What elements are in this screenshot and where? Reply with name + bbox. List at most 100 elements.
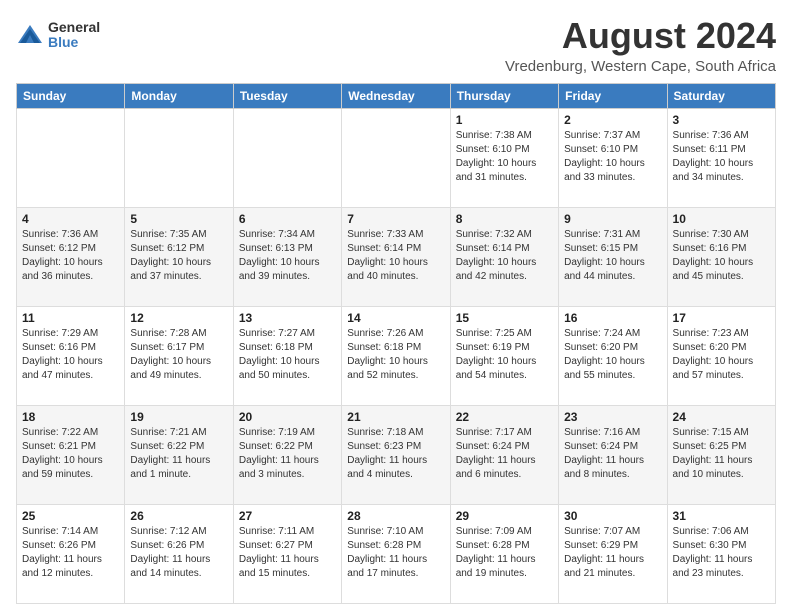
- calendar-cell: 2 Sunrise: 7:37 AM Sunset: 6:10 PM Daylig…: [559, 108, 667, 207]
- day-number: 28: [347, 509, 444, 523]
- day-number: 21: [347, 410, 444, 424]
- calendar-cell: 17 Sunrise: 7:23 AM Sunset: 6:20 PM Dayli…: [667, 306, 775, 405]
- day-info: Sunrise: 7:36 AM Sunset: 6:11 PM Dayligh…: [673, 129, 770, 185]
- col-wednesday: Wednesday: [342, 83, 450, 108]
- day-info: Sunrise: 7:07 AM Sunset: 6:29 PM Dayligh…: [564, 525, 661, 581]
- calendar-cell: 10 Sunrise: 7:30 AM Sunset: 6:16 PM Dayli…: [667, 207, 775, 306]
- calendar-cell: [342, 108, 450, 207]
- header-row: Sunday Monday Tuesday Wednesday Thursday…: [17, 83, 776, 108]
- day-number: 5: [130, 212, 227, 226]
- calendar-cell: 6 Sunrise: 7:34 AM Sunset: 6:13 PM Daylig…: [233, 207, 341, 306]
- col-friday: Friday: [559, 83, 667, 108]
- day-number: 11: [22, 311, 119, 325]
- day-info: Sunrise: 7:28 AM Sunset: 6:17 PM Dayligh…: [130, 327, 227, 383]
- calendar-cell: 24 Sunrise: 7:15 AM Sunset: 6:25 PM Dayli…: [667, 405, 775, 504]
- day-info: Sunrise: 7:27 AM Sunset: 6:18 PM Dayligh…: [239, 327, 336, 383]
- calendar-cell: 23 Sunrise: 7:16 AM Sunset: 6:24 PM Dayli…: [559, 405, 667, 504]
- day-number: 23: [564, 410, 661, 424]
- day-number: 14: [347, 311, 444, 325]
- day-info: Sunrise: 7:10 AM Sunset: 6:28 PM Dayligh…: [347, 525, 444, 581]
- day-info: Sunrise: 7:30 AM Sunset: 6:16 PM Dayligh…: [673, 228, 770, 284]
- day-number: 1: [456, 113, 553, 127]
- calendar-cell: 28 Sunrise: 7:10 AM Sunset: 6:28 PM Dayli…: [342, 504, 450, 603]
- day-number: 4: [22, 212, 119, 226]
- day-number: 9: [564, 212, 661, 226]
- logo-text: General Blue: [48, 20, 100, 51]
- day-info: Sunrise: 7:16 AM Sunset: 6:24 PM Dayligh…: [564, 426, 661, 482]
- calendar-cell: 4 Sunrise: 7:36 AM Sunset: 6:12 PM Daylig…: [17, 207, 125, 306]
- day-number: 17: [673, 311, 770, 325]
- day-number: 19: [130, 410, 227, 424]
- day-info: Sunrise: 7:17 AM Sunset: 6:24 PM Dayligh…: [456, 426, 553, 482]
- col-monday: Monday: [125, 83, 233, 108]
- calendar-cell: 30 Sunrise: 7:07 AM Sunset: 6:29 PM Dayli…: [559, 504, 667, 603]
- day-number: 31: [673, 509, 770, 523]
- day-number: 6: [239, 212, 336, 226]
- day-number: 25: [22, 509, 119, 523]
- day-info: Sunrise: 7:38 AM Sunset: 6:10 PM Dayligh…: [456, 129, 553, 185]
- day-number: 22: [456, 410, 553, 424]
- day-info: Sunrise: 7:22 AM Sunset: 6:21 PM Dayligh…: [22, 426, 119, 482]
- calendar-table: Sunday Monday Tuesday Wednesday Thursday…: [16, 83, 776, 604]
- day-info: Sunrise: 7:18 AM Sunset: 6:23 PM Dayligh…: [347, 426, 444, 482]
- day-number: 7: [347, 212, 444, 226]
- day-info: Sunrise: 7:36 AM Sunset: 6:12 PM Dayligh…: [22, 228, 119, 284]
- day-number: 18: [22, 410, 119, 424]
- calendar-cell: 15 Sunrise: 7:25 AM Sunset: 6:19 PM Dayli…: [450, 306, 558, 405]
- day-number: 15: [456, 311, 553, 325]
- day-number: 30: [564, 509, 661, 523]
- day-info: Sunrise: 7:32 AM Sunset: 6:14 PM Dayligh…: [456, 228, 553, 284]
- day-info: Sunrise: 7:15 AM Sunset: 6:25 PM Dayligh…: [673, 426, 770, 482]
- calendar-cell: 31 Sunrise: 7:06 AM Sunset: 6:30 PM Dayli…: [667, 504, 775, 603]
- calendar-cell: 27 Sunrise: 7:11 AM Sunset: 6:27 PM Dayli…: [233, 504, 341, 603]
- calendar-cell: 25 Sunrise: 7:14 AM Sunset: 6:26 PM Dayli…: [17, 504, 125, 603]
- day-info: Sunrise: 7:34 AM Sunset: 6:13 PM Dayligh…: [239, 228, 336, 284]
- day-number: 20: [239, 410, 336, 424]
- day-info: Sunrise: 7:19 AM Sunset: 6:22 PM Dayligh…: [239, 426, 336, 482]
- calendar-cell: 11 Sunrise: 7:29 AM Sunset: 6:16 PM Dayli…: [17, 306, 125, 405]
- day-number: 13: [239, 311, 336, 325]
- day-info: Sunrise: 7:12 AM Sunset: 6:26 PM Dayligh…: [130, 525, 227, 581]
- day-number: 2: [564, 113, 661, 127]
- calendar-cell: 13 Sunrise: 7:27 AM Sunset: 6:18 PM Dayli…: [233, 306, 341, 405]
- day-info: Sunrise: 7:09 AM Sunset: 6:28 PM Dayligh…: [456, 525, 553, 581]
- day-number: 16: [564, 311, 661, 325]
- calendar-week-3: 11 Sunrise: 7:29 AM Sunset: 6:16 PM Dayli…: [17, 306, 776, 405]
- day-info: Sunrise: 7:11 AM Sunset: 6:27 PM Dayligh…: [239, 525, 336, 581]
- location-text: Vredenburg, Western Cape, South Africa: [505, 58, 776, 75]
- day-number: 27: [239, 509, 336, 523]
- day-info: Sunrise: 7:33 AM Sunset: 6:14 PM Dayligh…: [347, 228, 444, 284]
- day-number: 26: [130, 509, 227, 523]
- col-tuesday: Tuesday: [233, 83, 341, 108]
- day-number: 8: [456, 212, 553, 226]
- calendar-cell: 21 Sunrise: 7:18 AM Sunset: 6:23 PM Dayli…: [342, 405, 450, 504]
- day-info: Sunrise: 7:25 AM Sunset: 6:19 PM Dayligh…: [456, 327, 553, 383]
- calendar-week-1: 1 Sunrise: 7:38 AM Sunset: 6:10 PM Daylig…: [17, 108, 776, 207]
- day-info: Sunrise: 7:23 AM Sunset: 6:20 PM Dayligh…: [673, 327, 770, 383]
- calendar-cell: 18 Sunrise: 7:22 AM Sunset: 6:21 PM Dayli…: [17, 405, 125, 504]
- day-info: Sunrise: 7:26 AM Sunset: 6:18 PM Dayligh…: [347, 327, 444, 383]
- calendar-cell: 14 Sunrise: 7:26 AM Sunset: 6:18 PM Dayli…: [342, 306, 450, 405]
- calendar-cell: 8 Sunrise: 7:32 AM Sunset: 6:14 PM Daylig…: [450, 207, 558, 306]
- title-block: August 2024 Vredenburg, Western Cape, So…: [505, 16, 776, 75]
- logo-icon: [16, 21, 44, 49]
- day-info: Sunrise: 7:14 AM Sunset: 6:26 PM Dayligh…: [22, 525, 119, 581]
- calendar-cell: [125, 108, 233, 207]
- calendar-cell: 20 Sunrise: 7:19 AM Sunset: 6:22 PM Dayli…: [233, 405, 341, 504]
- header: General Blue August 2024 Vredenburg, Wes…: [16, 16, 776, 75]
- day-info: Sunrise: 7:06 AM Sunset: 6:30 PM Dayligh…: [673, 525, 770, 581]
- day-number: 3: [673, 113, 770, 127]
- col-thursday: Thursday: [450, 83, 558, 108]
- day-info: Sunrise: 7:29 AM Sunset: 6:16 PM Dayligh…: [22, 327, 119, 383]
- day-info: Sunrise: 7:37 AM Sunset: 6:10 PM Dayligh…: [564, 129, 661, 185]
- day-info: Sunrise: 7:21 AM Sunset: 6:22 PM Dayligh…: [130, 426, 227, 482]
- day-number: 10: [673, 212, 770, 226]
- calendar-cell: 9Sunrise: 7:31 AM Sunset: 6:15 PM Daylig…: [559, 207, 667, 306]
- calendar-cell: 5 Sunrise: 7:35 AM Sunset: 6:12 PM Daylig…: [125, 207, 233, 306]
- calendar-cell: [233, 108, 341, 207]
- calendar-cell: 7 Sunrise: 7:33 AM Sunset: 6:14 PM Daylig…: [342, 207, 450, 306]
- day-info: Sunrise: 7:35 AM Sunset: 6:12 PM Dayligh…: [130, 228, 227, 284]
- col-sunday: Sunday: [17, 83, 125, 108]
- day-number: 24: [673, 410, 770, 424]
- calendar-week-2: 4 Sunrise: 7:36 AM Sunset: 6:12 PM Daylig…: [17, 207, 776, 306]
